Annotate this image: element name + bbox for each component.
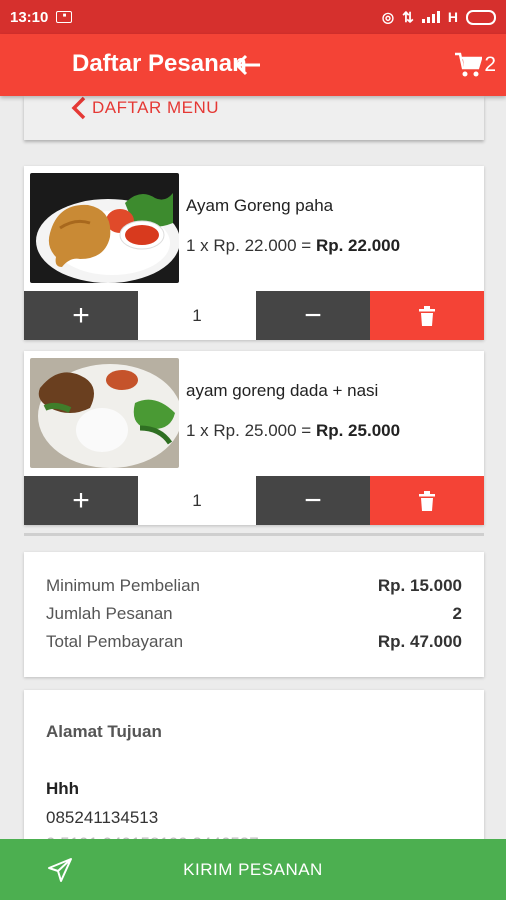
item-price-expression: 1 x Rp. 25.000 = (186, 421, 316, 440)
quantity-value: 1 (138, 476, 256, 525)
item-name: ayam goreng dada + nasi (186, 381, 379, 400)
order-item: Ayam Goreng paha 1 x Rp. 22.000 = Rp. 22… (24, 166, 484, 340)
alarm-icon: ◎ (381, 8, 395, 25)
minus-icon: − (304, 298, 322, 332)
daftar-menu-link[interactable]: DAFTAR MENU (70, 96, 219, 120)
app-bar: Daftar Pesanan 2 (0, 34, 506, 96)
arrow-back-icon[interactable] (232, 52, 262, 78)
recipient-name: Hhh (46, 779, 80, 798)
order-item: ayam goreng dada + nasi 1 x Rp. 25.000 =… (24, 351, 484, 525)
daftar-menu-label: DAFTAR MENU (92, 98, 220, 117)
trash-icon (419, 305, 435, 326)
increase-button[interactable]: + (24, 291, 138, 340)
summary-row-total: Total Pembayaran Rp. 47.000 (46, 628, 462, 656)
total-value: Rp. 47.000 (377, 632, 462, 651)
status-bar: 13:10 ■ ◎ ⇅ H (0, 0, 506, 34)
status-time: 13:10 (10, 8, 49, 26)
delete-button[interactable] (370, 476, 484, 525)
total-label: Total Pembayaran (46, 632, 184, 651)
notification-icon: ■ (56, 11, 73, 23)
shopping-cart-icon (455, 52, 483, 77)
data-transfer-icon: ⇅ (402, 8, 414, 25)
signal-icon (421, 11, 440, 23)
item-price: 1 x Rp. 25.000 = Rp. 25.000 (186, 421, 400, 441)
quantity-controls: + 1 − (24, 476, 484, 525)
item-price: 1 x Rp. 22.000 = Rp. 22.000 (186, 236, 400, 256)
page-title: Daftar Pesanan (72, 50, 247, 77)
cart-count: 2 (484, 53, 496, 76)
item-subtotal: Rp. 22.000 (315, 236, 401, 255)
delete-button[interactable] (370, 291, 484, 340)
item-name: Ayam Goreng paha (186, 196, 334, 215)
address-heading: Alamat Tujuan (46, 722, 162, 741)
decrease-button[interactable]: − (256, 476, 370, 525)
item-subtotal: Rp. 25.000 (315, 421, 401, 440)
menu-link-card: DAFTAR MENU (24, 96, 484, 140)
food-image-ayam-paha (30, 173, 179, 283)
cart-button[interactable]: 2 (454, 52, 496, 78)
order-summary: Minimum Pembelian Rp. 15.000 Jumlah Pesa… (24, 552, 484, 677)
item-price-expression: 1 x Rp. 22.000 = (186, 236, 316, 255)
minimum-value: Rp. 15.000 (377, 576, 462, 595)
trash-icon (419, 490, 435, 511)
decrease-button[interactable]: − (256, 291, 370, 340)
plus-icon: + (72, 298, 90, 332)
summary-row-minimum: Minimum Pembelian Rp. 15.000 (46, 572, 462, 600)
plus-icon: + (72, 483, 90, 517)
increase-button[interactable]: + (24, 476, 138, 525)
send-icon (48, 858, 72, 882)
minimum-label: Minimum Pembelian (46, 576, 200, 595)
battery-icon (466, 9, 496, 25)
count-value: 2 (452, 604, 462, 623)
summary-row-count: Jumlah Pesanan 2 (46, 600, 462, 628)
send-order-label: KIRIM PESANAN (183, 859, 323, 879)
food-image-ayam-dada (30, 358, 179, 468)
quantity-controls: + 1 − (24, 291, 484, 340)
network-type: H (447, 9, 458, 25)
quantity-value: 1 (138, 291, 256, 340)
chevron-left-icon (71, 96, 86, 120)
minus-icon: − (304, 483, 322, 517)
count-label: Jumlah Pesanan (46, 604, 173, 623)
section-divider (24, 533, 484, 536)
recipient-phone: 085241134513 (46, 808, 159, 827)
send-order-button[interactable]: KIRIM PESANAN (0, 839, 506, 900)
